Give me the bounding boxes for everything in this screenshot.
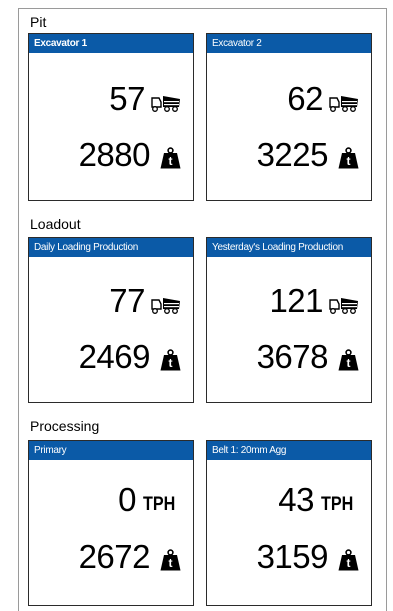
tonnes-value: 3678 xyxy=(256,338,329,375)
card-belt-1-20mm-agg[interactable]: Belt 1: 20mm Agg 43 TPH 3159 t xyxy=(206,440,372,606)
section-title-pit: Pit xyxy=(30,14,47,30)
tonnes-row: 2469 t xyxy=(79,340,181,373)
haul-truck-icon xyxy=(151,298,180,314)
card-title: Excavator 2 xyxy=(207,34,371,53)
card-title: Daily Loading Production xyxy=(29,238,193,257)
haul-truck-icon xyxy=(151,96,180,112)
tonnes-value: 3225 xyxy=(256,136,329,173)
throughput-row: 43 TPH xyxy=(278,483,359,516)
tonne-weight-icon: t xyxy=(338,349,359,371)
truck-count-row: 77 xyxy=(109,284,181,317)
truck-count-row: 121 xyxy=(269,284,359,317)
tonnes-row: 2672 t xyxy=(79,540,181,573)
card-daily-loading-production[interactable]: Daily Loading Production 77 2469 t xyxy=(28,237,194,403)
card-excavator-1[interactable]: Excavator 1 57 2880 t xyxy=(28,33,194,201)
truck-count-value: 57 xyxy=(109,80,145,117)
svg-text:t: t xyxy=(169,356,173,370)
tonnes-row: 3159 t xyxy=(257,540,359,573)
card-title: Belt 1: 20mm Agg xyxy=(207,441,371,460)
card-title: Primary xyxy=(29,441,193,460)
tonne-weight-icon: t xyxy=(338,147,359,169)
tonne-weight-icon: t xyxy=(160,349,181,371)
truck-count-value: 121 xyxy=(269,282,323,319)
truck-count-row: 62 xyxy=(287,82,359,115)
tonne-weight-icon: t xyxy=(338,549,359,571)
haul-truck-icon xyxy=(329,298,358,314)
throughput-value: 43 xyxy=(278,481,314,518)
svg-text:t: t xyxy=(347,154,351,168)
section-title-processing: Processing xyxy=(30,418,100,434)
card-title: Yesterday's Loading Production xyxy=(207,238,371,257)
truck-count-row: 57 xyxy=(109,82,181,115)
truck-count-value: 62 xyxy=(287,80,323,117)
svg-text:t: t xyxy=(169,154,173,168)
tonnes-value: 2469 xyxy=(78,338,151,375)
tph-unit-label: TPH xyxy=(143,494,176,515)
tonne-weight-icon: t xyxy=(160,147,181,169)
tonnes-row: 3225 t xyxy=(257,138,359,171)
tonnes-value: 2672 xyxy=(78,538,151,575)
card-excavator-2[interactable]: Excavator 2 62 3225 t xyxy=(206,33,372,201)
haul-truck-icon xyxy=(329,96,358,112)
tph-unit-label: TPH xyxy=(321,494,354,515)
tonnes-row: 2880 t xyxy=(79,138,181,171)
svg-text:t: t xyxy=(347,356,351,370)
svg-text:t: t xyxy=(169,556,173,570)
tonne-weight-icon: t xyxy=(160,549,181,571)
card-yesterdays-loading-production[interactable]: Yesterday's Loading Production 121 3678 … xyxy=(206,237,372,403)
tonnes-value: 2880 xyxy=(78,136,151,173)
tonnes-row: 3678 t xyxy=(257,340,359,373)
throughput-row: 0 TPH xyxy=(118,483,181,516)
section-title-loadout: Loadout xyxy=(30,216,81,232)
truck-count-value: 77 xyxy=(109,282,145,319)
tonnes-value: 3159 xyxy=(256,538,329,575)
throughput-value: 0 xyxy=(118,481,136,518)
svg-text:t: t xyxy=(347,556,351,570)
card-title: Excavator 1 xyxy=(29,34,193,53)
card-primary[interactable]: Primary 0 TPH 2672 t xyxy=(28,440,194,606)
